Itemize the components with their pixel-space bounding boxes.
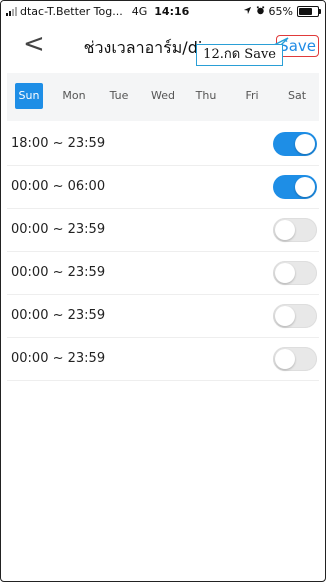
battery-percent: 65% — [268, 5, 293, 18]
time-range-label[interactable]: 18:00 ~ 23:59 — [11, 136, 105, 151]
toggle-knob — [275, 349, 295, 369]
time-range-label[interactable]: 00:00 ~ 23:59 — [11, 308, 105, 323]
day-tab-thu[interactable]: Thu — [193, 83, 219, 109]
alarm-icon — [256, 5, 265, 18]
toggle-knob — [295, 177, 315, 197]
enable-toggle[interactable] — [273, 304, 317, 328]
instruction-callout: 12.กด Save — [196, 44, 283, 66]
phone-screen: dtac-T.Better Tog... 4G 14:16 65% < ช่วง… — [0, 0, 326, 582]
time-range-label[interactable]: 00:00 ~ 23:59 — [11, 265, 105, 280]
enable-toggle[interactable] — [273, 132, 317, 156]
day-tab-mon[interactable]: Mon — [59, 83, 89, 109]
status-bar: dtac-T.Better Tog... 4G 14:16 65% — [1, 1, 325, 21]
toggle-knob — [275, 306, 295, 326]
toggle-knob — [275, 263, 295, 283]
schedule-row: 00:00 ~ 23:59 — [7, 295, 319, 338]
status-right: 65% — [243, 5, 321, 18]
schedule-row: 00:00 ~ 23:59 — [7, 252, 319, 295]
day-tab-sat[interactable]: Sat — [283, 83, 311, 109]
time-range-label[interactable]: 00:00 ~ 23:59 — [11, 222, 105, 237]
carrier-label: dtac-T.Better Tog... — [20, 5, 123, 18]
day-tabs: Sun Mon Tue Wed Thu Fri Sat — [7, 73, 319, 121]
battery-icon — [297, 6, 321, 17]
toggle-knob — [275, 220, 295, 240]
schedule-row: 00:00 ~ 06:00 — [7, 166, 319, 209]
status-time: 14:16 — [154, 5, 190, 18]
schedule-row: 18:00 ~ 23:59 — [7, 123, 319, 166]
back-button[interactable]: < — [23, 31, 45, 57]
network-type: 4G — [131, 5, 148, 18]
time-range-label[interactable]: 00:00 ~ 23:59 — [11, 351, 105, 366]
day-tab-fri[interactable]: Fri — [239, 83, 265, 109]
toggle-knob — [295, 134, 315, 154]
schedule-row: 00:00 ~ 23:59 — [7, 209, 319, 252]
schedule-row: 00:00 ~ 23:59 — [7, 338, 319, 381]
schedule-list: 18:00 ~ 23:59 00:00 ~ 06:00 00:00 ~ 23:59 0… — [7, 123, 319, 381]
signal-icon — [6, 7, 17, 16]
day-tab-tue[interactable]: Tue — [105, 83, 133, 109]
day-tab-sun[interactable]: Sun — [15, 83, 43, 109]
enable-toggle[interactable] — [273, 175, 317, 199]
enable-toggle[interactable] — [273, 218, 317, 242]
day-tab-wed[interactable]: Wed — [149, 83, 177, 109]
enable-toggle[interactable] — [273, 347, 317, 371]
time-range-label[interactable]: 00:00 ~ 06:00 — [11, 179, 105, 194]
location-icon — [243, 5, 252, 18]
status-left: dtac-T.Better Tog... 4G 14:16 — [6, 5, 189, 18]
enable-toggle[interactable] — [273, 261, 317, 285]
